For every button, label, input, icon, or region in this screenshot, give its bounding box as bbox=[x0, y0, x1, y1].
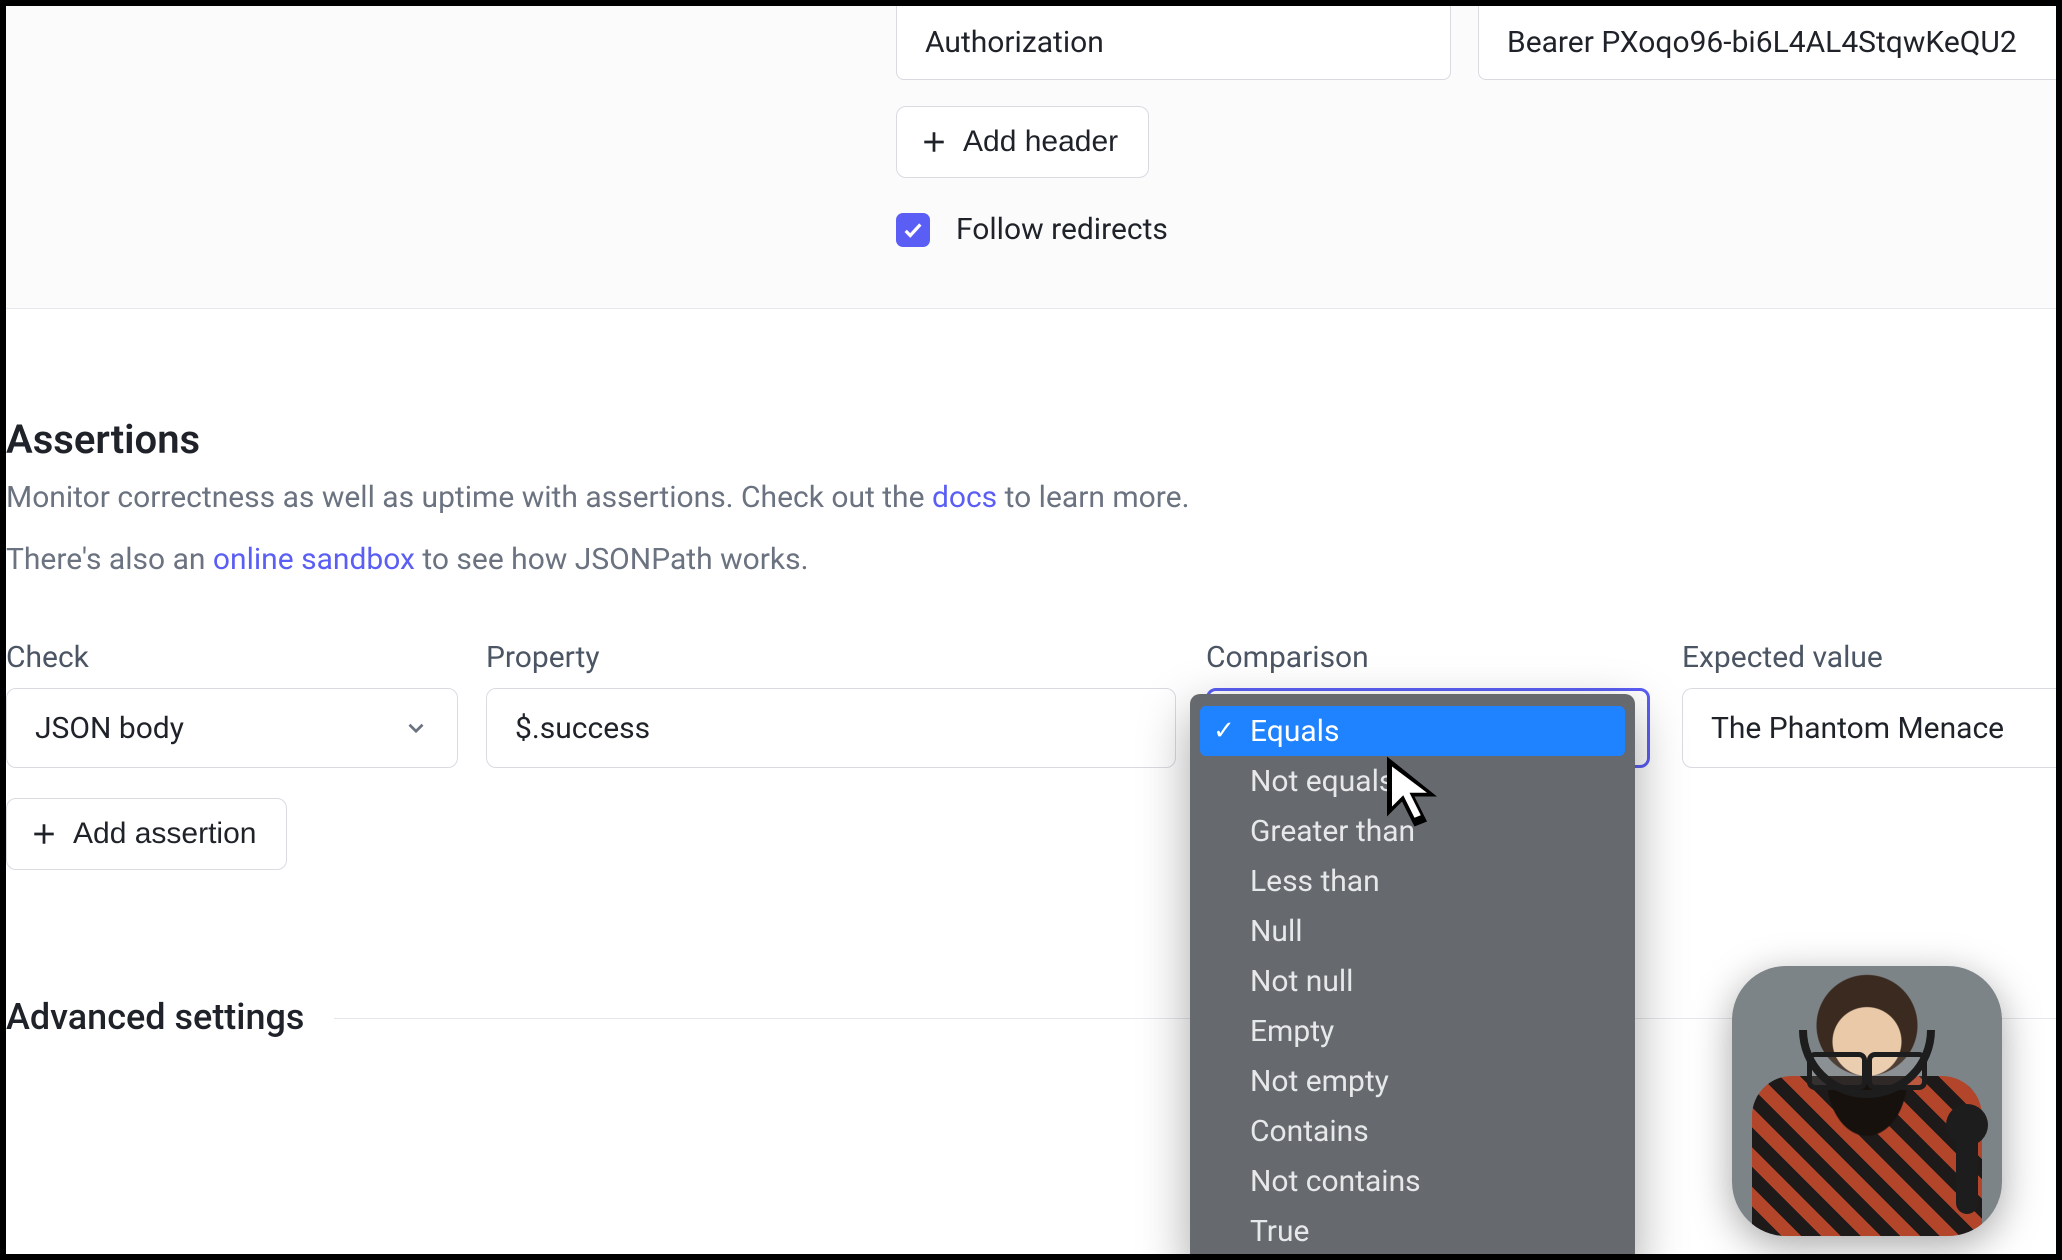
column-header-comparison: Comparison bbox=[1206, 640, 1369, 675]
webcam-overlay bbox=[1732, 966, 2002, 1236]
column-header-property: Property bbox=[486, 640, 600, 675]
comparison-option[interactable]: Greater than bbox=[1200, 806, 1625, 856]
comparison-option[interactable]: True bbox=[1200, 1206, 1625, 1254]
follow-redirects-label: Follow redirects bbox=[956, 212, 1168, 247]
comparison-option[interactable]: Contains bbox=[1200, 1106, 1625, 1156]
comparison-option-label: Not empty bbox=[1250, 1064, 1389, 1099]
comparison-option[interactable]: Null bbox=[1200, 906, 1625, 956]
advanced-settings-title: Advanced settings bbox=[6, 996, 334, 1038]
comparison-option-label: Greater than bbox=[1250, 814, 1415, 849]
comparison-dropdown[interactable]: ✓ Equals Not equals Greater than Less than Nu… bbox=[1190, 694, 1635, 1254]
header-key-input[interactable]: Authorization bbox=[896, 6, 1451, 80]
comparison-option-label: Not equals bbox=[1250, 764, 1394, 799]
add-header-label: Add header bbox=[963, 125, 1118, 159]
add-assertion-label: Add assertion bbox=[73, 817, 256, 851]
add-header-button[interactable]: Add header bbox=[896, 106, 1149, 178]
column-header-check: Check bbox=[6, 640, 89, 675]
comparison-option[interactable]: Not contains bbox=[1200, 1156, 1625, 1206]
assertions-subtitle-1: Monitor correctness as well as uptime wi… bbox=[6, 480, 1190, 515]
expected-value: The Phantom Menace bbox=[1711, 711, 2004, 746]
column-header-expected: Expected value bbox=[1682, 640, 1883, 675]
docs-link[interactable]: docs bbox=[932, 480, 997, 515]
assertions-subtitle-2: There's also an online sandbox to see ho… bbox=[6, 542, 808, 577]
comparison-option-label: Not contains bbox=[1250, 1164, 1421, 1199]
comparison-option-label: Not null bbox=[1250, 964, 1353, 999]
comparison-option[interactable]: Not null bbox=[1200, 956, 1625, 1006]
comparison-option-label: Contains bbox=[1250, 1114, 1369, 1149]
header-value-input[interactable]: Bearer PXoqo96-bi6L4AL4StqwKeQU2 bbox=[1478, 6, 2056, 80]
comparison-option-label: Null bbox=[1250, 914, 1303, 949]
assertions-title: Assertions bbox=[6, 416, 200, 463]
comparison-option-label: Less than bbox=[1250, 864, 1380, 899]
property-input[interactable]: $.success bbox=[486, 688, 1176, 768]
plus-icon bbox=[31, 821, 57, 847]
follow-redirects-checkbox[interactable] bbox=[896, 213, 930, 247]
header-key-value: Authorization bbox=[925, 25, 1104, 60]
chevron-down-icon bbox=[403, 715, 429, 741]
sandbox-link[interactable]: online sandbox bbox=[213, 542, 415, 577]
expected-value-input[interactable]: The Phantom Menace bbox=[1682, 688, 2056, 768]
comparison-option-label: Empty bbox=[1250, 1014, 1334, 1049]
check-select[interactable]: JSON body bbox=[6, 688, 458, 768]
property-value: $.success bbox=[515, 711, 650, 746]
header-value-value: Bearer PXoqo96-bi6L4AL4StqwKeQU2 bbox=[1507, 25, 2017, 60]
comparison-option[interactable]: Empty bbox=[1200, 1006, 1625, 1056]
add-assertion-button[interactable]: Add assertion bbox=[6, 798, 287, 870]
comparison-option[interactable]: ✓ Equals bbox=[1200, 706, 1625, 756]
comparison-option-label: True bbox=[1250, 1214, 1309, 1249]
comparison-option[interactable]: Not equals bbox=[1200, 756, 1625, 806]
check-select-value: JSON body bbox=[35, 711, 184, 746]
check-icon bbox=[902, 219, 924, 241]
comparison-option[interactable]: Not empty bbox=[1200, 1056, 1625, 1106]
comparison-option[interactable]: Less than bbox=[1200, 856, 1625, 906]
plus-icon bbox=[921, 129, 947, 155]
comparison-option-label: Equals bbox=[1250, 714, 1339, 749]
check-icon: ✓ bbox=[1212, 716, 1236, 746]
